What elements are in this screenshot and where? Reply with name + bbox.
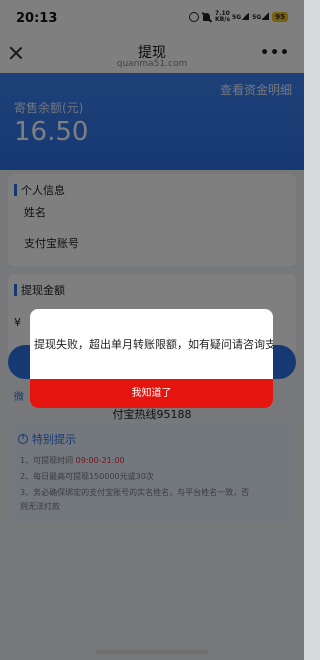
home-indicator[interactable]: [96, 650, 208, 654]
app-root: 20:13 7.10 KB/s 5G 5G 95 提现 quanma51.com…: [0, 0, 304, 660]
dialog-confirm-button[interactable]: 我知道了: [30, 379, 273, 408]
dialog-message: 提现失败，超出单月转账限额，如有疑问请咨询支: [34, 338, 273, 351]
error-dialog: 提现失败，超出单月转账限额，如有疑问请咨询支 我知道了: [30, 309, 273, 408]
